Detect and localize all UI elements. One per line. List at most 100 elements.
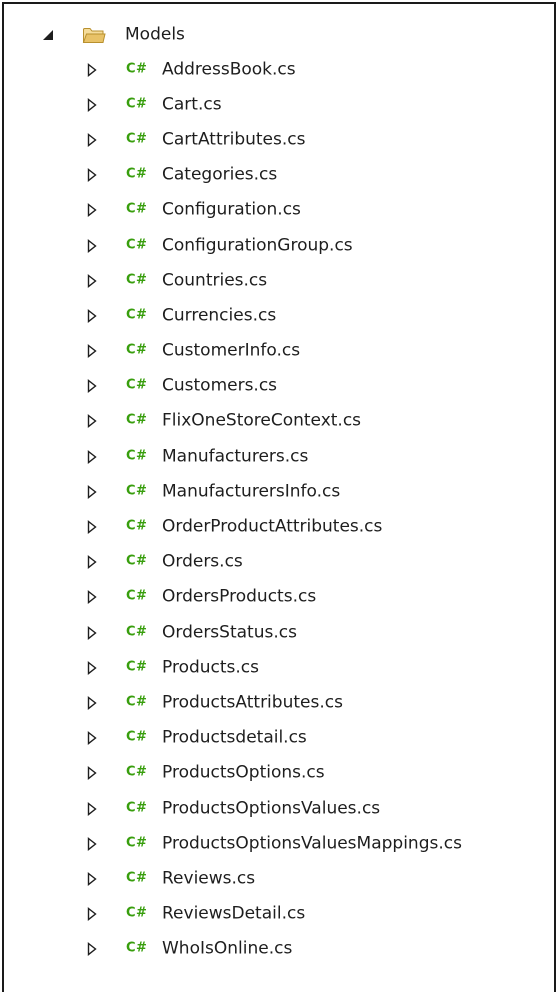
csharp-file-icon: C# bbox=[126, 694, 148, 710]
tree-node-file[interactable]: C# ProductsAttributes.cs bbox=[4, 685, 554, 720]
triangle-collapsed-icon[interactable] bbox=[86, 625, 98, 640]
csharp-file-icon: C# bbox=[126, 835, 148, 851]
file-label: Products.cs bbox=[162, 657, 260, 678]
csharp-file-icon: C# bbox=[126, 236, 148, 252]
triangle-collapsed-icon[interactable] bbox=[86, 308, 98, 323]
file-label: OrderProductAttributes.cs bbox=[162, 516, 383, 537]
tree-node-file[interactable]: C# FlixOneStoreContext.cs bbox=[4, 404, 554, 439]
csharp-file-icon: C# bbox=[126, 412, 148, 428]
file-label: Categories.cs bbox=[162, 164, 278, 185]
tree-node-file[interactable]: C# Currencies.cs bbox=[4, 298, 554, 333]
csharp-file-icon: C# bbox=[126, 905, 148, 921]
tree-node-file[interactable]: C# CartAttributes.cs bbox=[4, 122, 554, 157]
triangle-collapsed-icon[interactable] bbox=[86, 555, 98, 570]
triangle-collapsed-icon[interactable] bbox=[86, 379, 98, 394]
triangle-collapsed-icon[interactable] bbox=[86, 766, 98, 781]
csharp-file-icon: C# bbox=[126, 870, 148, 886]
csharp-file-icon: C# bbox=[126, 166, 148, 182]
csharp-file-icon: C# bbox=[126, 60, 148, 76]
csharp-file-icon: C# bbox=[126, 588, 148, 604]
tree-node-file[interactable]: C# Cart.cs bbox=[4, 87, 554, 122]
csharp-file-icon: C# bbox=[126, 553, 148, 569]
triangle-expanded-icon[interactable] bbox=[42, 28, 54, 42]
triangle-collapsed-icon[interactable] bbox=[86, 168, 98, 183]
csharp-file-icon: C# bbox=[126, 131, 148, 147]
triangle-collapsed-icon[interactable] bbox=[86, 97, 98, 112]
solution-explorer-panel: Models C# AddressBook.cs C# Cart.cs C# CartAt… bbox=[2, 2, 556, 992]
tree-node-file[interactable]: C# ProductsOptionsValues.cs bbox=[4, 791, 554, 826]
csharp-file-icon: C# bbox=[126, 940, 148, 956]
file-label: Currencies.cs bbox=[162, 305, 277, 326]
tree-node-models-folder[interactable]: Models bbox=[4, 18, 554, 52]
triangle-collapsed-icon[interactable] bbox=[86, 238, 98, 253]
triangle-collapsed-icon[interactable] bbox=[86, 273, 98, 288]
triangle-collapsed-icon[interactable] bbox=[86, 871, 98, 886]
folder-open-icon bbox=[82, 25, 106, 45]
tree-node-file[interactable]: C# OrdersProducts.cs bbox=[4, 580, 554, 615]
file-label: ConfigurationGroup.cs bbox=[162, 235, 353, 256]
file-label: ProductsOptionsValuesMappings.cs bbox=[162, 833, 462, 854]
tree-node-file[interactable]: C# ManufacturersInfo.cs bbox=[4, 474, 554, 509]
file-label: Cart.cs bbox=[162, 94, 222, 115]
triangle-collapsed-icon[interactable] bbox=[86, 660, 98, 675]
triangle-collapsed-icon[interactable] bbox=[86, 696, 98, 710]
tree-node-file[interactable]: C# ProductsOptionsValuesMappings.cs bbox=[4, 826, 554, 861]
csharp-file-icon: C# bbox=[126, 342, 148, 358]
tree-node-file[interactable]: C# Configuration.cs bbox=[4, 193, 554, 228]
tree-node-file[interactable]: C# Countries.cs bbox=[4, 263, 554, 298]
tree-node-file[interactable]: C# Reviews.cs bbox=[4, 861, 554, 896]
tree-node-file[interactable]: C# WhoIsOnline.cs bbox=[4, 932, 554, 967]
tree-node-file[interactable]: C# Products.cs bbox=[4, 650, 554, 685]
file-label: ProductsOptionsValues.cs bbox=[162, 798, 381, 819]
triangle-collapsed-icon[interactable] bbox=[86, 344, 98, 359]
csharp-file-icon: C# bbox=[126, 729, 148, 745]
triangle-collapsed-icon[interactable] bbox=[86, 590, 98, 605]
file-label: Countries.cs bbox=[162, 270, 268, 291]
csharp-file-icon: C# bbox=[126, 623, 148, 639]
tree-node-file[interactable]: C# ConfigurationGroup.cs bbox=[4, 228, 554, 263]
file-label: Configuration.cs bbox=[162, 199, 301, 220]
file-label: Orders.cs bbox=[162, 551, 243, 572]
tree-node-file[interactable]: C# OrderProductAttributes.cs bbox=[4, 509, 554, 544]
tree-node-file[interactable]: C# Categories.cs bbox=[4, 158, 554, 193]
csharp-file-icon: C# bbox=[126, 483, 148, 499]
file-label: AddressBook.cs bbox=[162, 59, 296, 80]
file-label: OrdersStatus.cs bbox=[162, 622, 297, 643]
tree-node-file[interactable]: C# Productsdetail.cs bbox=[4, 721, 554, 756]
file-label: ManufacturersInfo.cs bbox=[162, 481, 341, 502]
triangle-collapsed-icon[interactable] bbox=[86, 203, 98, 218]
triangle-collapsed-icon[interactable] bbox=[86, 484, 98, 499]
tree-node-file[interactable]: C# Manufacturers.cs bbox=[4, 439, 554, 474]
csharp-file-icon: C# bbox=[126, 272, 148, 288]
file-label: ProductsOptions.cs bbox=[162, 762, 325, 783]
triangle-collapsed-icon[interactable] bbox=[86, 449, 98, 464]
triangle-collapsed-icon[interactable] bbox=[86, 801, 98, 816]
triangle-collapsed-icon[interactable] bbox=[86, 414, 98, 429]
triangle-collapsed-icon[interactable] bbox=[86, 836, 98, 851]
folder-label: Models bbox=[125, 24, 185, 45]
file-label: OrdersProducts.cs bbox=[162, 587, 317, 608]
csharp-file-icon: C# bbox=[126, 377, 148, 393]
triangle-collapsed-icon[interactable] bbox=[86, 62, 98, 77]
tree-node-file[interactable]: C# CustomerInfo.cs bbox=[4, 334, 554, 369]
triangle-collapsed-icon[interactable] bbox=[86, 731, 98, 746]
tree-node-file[interactable]: C# ProductsOptions.cs bbox=[4, 756, 554, 791]
tree-node-file[interactable]: C# AddressBook.cs bbox=[4, 52, 554, 87]
file-label: CustomerInfo.cs bbox=[162, 340, 301, 361]
file-label: ReviewsDetail.cs bbox=[162, 903, 306, 924]
triangle-collapsed-icon[interactable] bbox=[86, 133, 98, 147]
file-tree: Models C# AddressBook.cs C# Cart.cs C# CartAt… bbox=[4, 18, 554, 967]
tree-node-file[interactable]: C# OrdersStatus.cs bbox=[4, 615, 554, 650]
file-label: Reviews.cs bbox=[162, 868, 256, 889]
tree-node-file[interactable]: C# Customers.cs bbox=[4, 369, 554, 404]
csharp-file-icon: C# bbox=[126, 307, 148, 323]
csharp-file-icon: C# bbox=[126, 201, 148, 217]
file-label: ProductsAttributes.cs bbox=[162, 692, 343, 713]
tree-node-file[interactable]: C# ReviewsDetail.cs bbox=[4, 897, 554, 932]
file-label: Manufacturers.cs bbox=[162, 446, 309, 467]
tree-node-file[interactable]: C# Orders.cs bbox=[4, 545, 554, 580]
triangle-collapsed-icon[interactable] bbox=[86, 907, 98, 922]
triangle-collapsed-icon[interactable] bbox=[86, 520, 98, 534]
file-label: CartAttributes.cs bbox=[162, 129, 306, 150]
triangle-collapsed-icon[interactable] bbox=[86, 942, 98, 957]
